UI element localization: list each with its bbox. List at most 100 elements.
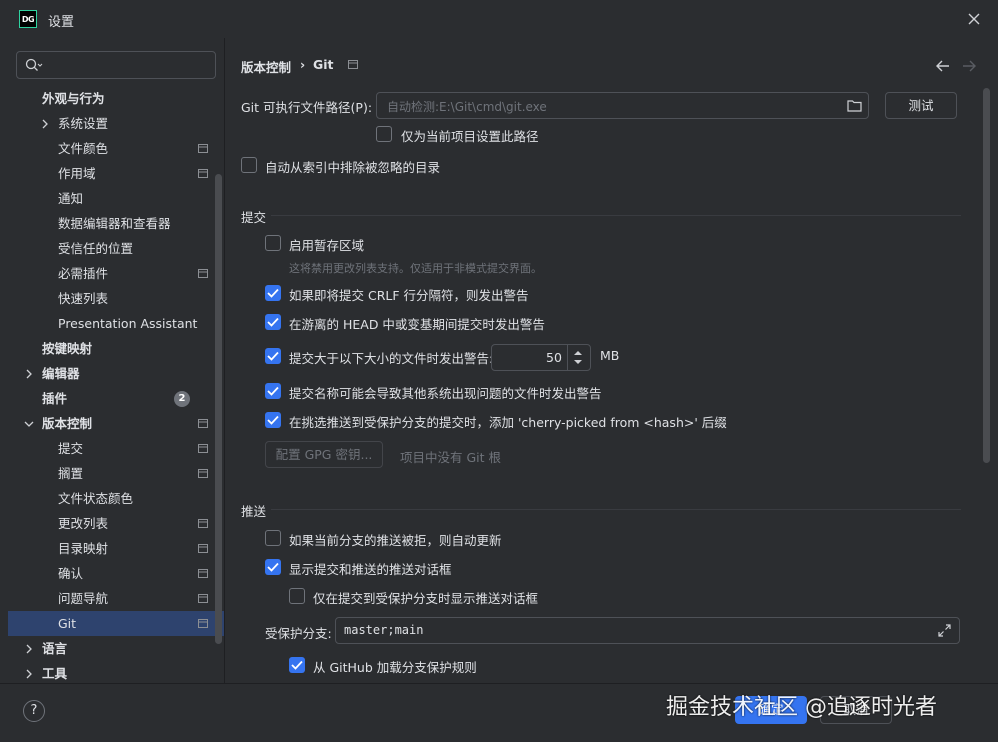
push-section-title: 推送 (241, 504, 267, 519)
tree-item-directory-mappings[interactable]: 目录映射 (8, 536, 224, 561)
tree-item-scopes[interactable]: 作用域 (8, 161, 224, 186)
project-level-icon (198, 569, 208, 578)
test-button[interactable]: 测试 (885, 92, 957, 119)
section-separator (271, 509, 961, 510)
project-only-checkbox[interactable] (376, 126, 392, 142)
forward-arrow-icon[interactable] (962, 60, 976, 72)
project-level-icon (198, 619, 208, 628)
detached-head-label: 在游离的 HEAD 中或变基期间提交时发出警告 (289, 317, 545, 332)
updates-count-badge: 2 (174, 391, 190, 407)
project-level-icon (198, 444, 208, 453)
sidebar-scrollbar[interactable] (215, 174, 222, 644)
project-level-icon (198, 519, 208, 528)
checkmark-icon (267, 351, 279, 361)
checkmark-icon (267, 288, 279, 298)
search-input[interactable] (16, 51, 216, 79)
auto-update-label: 如果当前分支的推送被拒，则自动更新 (289, 533, 502, 548)
chevron-right-icon (26, 669, 32, 679)
crlf-warning-label: 如果即将提交 CRLF 行分隔符，则发出警告 (289, 288, 529, 303)
search-icon (25, 58, 43, 71)
close-icon[interactable] (966, 11, 982, 27)
tree-item-git[interactable]: Git (8, 611, 224, 636)
commit-section-title: 提交 (241, 210, 267, 225)
tree-item-confirmation[interactable]: 确认 (8, 561, 224, 586)
tree-item-changelists[interactable]: 更改列表 (8, 511, 224, 536)
project-level-icon (198, 269, 208, 278)
detached-head-checkbox[interactable] (265, 314, 281, 330)
file-size-value: 50 (546, 350, 562, 365)
checkmark-icon (267, 415, 279, 425)
breadcrumb-separator: › (300, 57, 306, 72)
cherry-pick-checkbox[interactable] (265, 412, 281, 428)
tree-item-system-settings[interactable]: 系统设置 (8, 111, 224, 136)
spinner-divider (567, 345, 568, 370)
project-level-icon (198, 144, 208, 153)
configure-gpg-button[interactable]: 配置 GPG 密钥... (265, 441, 383, 468)
large-files-checkbox[interactable] (265, 348, 281, 364)
tree-item-quick-lists[interactable]: 快速列表 (8, 286, 224, 311)
git-path-input[interactable]: 自动检测:E:\Git\cmd\git.exe (376, 92, 869, 119)
dialog-footer: ? 确定 取消 掘金技术社区 @追逐时光者 (0, 683, 998, 742)
auto-exclude-label: 自动从索引中排除被忽略的目录 (265, 160, 441, 175)
title-bar: DG 设置 (0, 0, 998, 38)
tree-item-appearance[interactable]: 外观与行为 (8, 86, 224, 111)
section-separator (271, 215, 961, 216)
tree-item-file-colors[interactable]: 文件颜色 (8, 136, 224, 161)
show-push-dialog-checkbox[interactable] (265, 559, 281, 575)
breadcrumb-current: Git (313, 57, 334, 72)
bad-filenames-label: 提交名称可能会导致其他系统出现问题的文件时发出警告 (289, 386, 602, 401)
tree-item-file-status-colors[interactable]: 文件状态颜色 (8, 486, 224, 511)
project-level-icon (198, 544, 208, 553)
project-only-label: 仅为当前项目设置此路径 (401, 129, 539, 144)
help-button[interactable]: ? (23, 700, 45, 722)
tree-item-trusted-locations[interactable]: 受信任的位置 (8, 236, 224, 261)
tree-item-languages[interactable]: 语言 (8, 636, 224, 661)
tree-item-version-control[interactable]: 版本控制 (8, 411, 224, 436)
folder-icon[interactable] (847, 99, 862, 112)
tree-item-data-editor[interactable]: 数据编辑器和查看器 (8, 211, 224, 236)
crlf-warning-checkbox[interactable] (265, 285, 281, 301)
project-level-icon (198, 469, 208, 478)
protected-only-checkbox[interactable] (289, 588, 305, 604)
window-title: 设置 (48, 15, 75, 30)
back-arrow-icon[interactable] (936, 60, 950, 72)
git-settings-panel: 版本控制 › Git Git 可执行文件路径(P): 自动检测:E:\Git\c… (225, 38, 998, 683)
protected-branches-value: master;main (344, 623, 424, 637)
auto-exclude-checkbox[interactable] (241, 157, 257, 173)
file-size-spinner[interactable]: 50 (491, 344, 591, 371)
project-level-icon (198, 594, 208, 603)
checkmark-icon (267, 317, 279, 327)
chevron-down-icon (24, 421, 34, 427)
project-level-icon (198, 169, 208, 178)
show-push-dialog-label: 显示提交和推送的推送对话框 (289, 562, 452, 577)
staging-area-hint: 这将禁用更改列表支持。仅适用于非模式提交界面。 (289, 262, 542, 275)
tree-item-commit[interactable]: 提交 (8, 436, 224, 461)
staging-area-checkbox[interactable] (265, 235, 281, 251)
chevron-right-icon (26, 369, 32, 379)
breadcrumb-parent[interactable]: 版本控制 (241, 57, 291, 76)
staging-area-label: 启用暂存区域 (289, 238, 365, 253)
auto-update-checkbox[interactable] (265, 530, 281, 546)
cherry-pick-label: 在挑选推送到受保护分支的提交时，添加 'cherry-picked from <… (289, 415, 727, 430)
large-files-label: 提交大于以下大小的文件时发出警告: (289, 351, 494, 366)
tree-item-issue-navigation[interactable]: 问题导航 (8, 586, 224, 611)
git-path-label: Git 可执行文件路径(P): (241, 100, 373, 115)
tree-item-plugins[interactable]: 插件 2 (8, 386, 224, 411)
tree-item-required-plugins[interactable]: 必需插件 (8, 261, 224, 286)
checkmark-icon (267, 562, 279, 572)
project-level-icon (198, 419, 208, 428)
tree-item-shelf[interactable]: 搁置 (8, 461, 224, 486)
spinner-arrows-icon[interactable] (573, 350, 583, 365)
tree-item-notifications[interactable]: 通知 (8, 186, 224, 211)
tree-item-keymap[interactable]: 按键映射 (8, 336, 224, 361)
tree-item-presentation-assistant[interactable]: Presentation Assistant (8, 311, 224, 336)
protected-branches-input[interactable]: master;main (335, 617, 960, 644)
expand-icon[interactable] (938, 624, 951, 637)
git-path-placeholder: 自动检测:E:\Git\cmd\git.exe (387, 100, 547, 114)
github-rules-label: 从 GitHub 加载分支保护规则 (313, 660, 477, 675)
chevron-right-icon (42, 119, 48, 129)
content-scrollbar[interactable] (983, 88, 990, 463)
bad-filenames-checkbox[interactable] (265, 383, 281, 399)
tree-item-editor[interactable]: 编辑器 (8, 361, 224, 386)
github-rules-checkbox[interactable] (289, 657, 305, 673)
